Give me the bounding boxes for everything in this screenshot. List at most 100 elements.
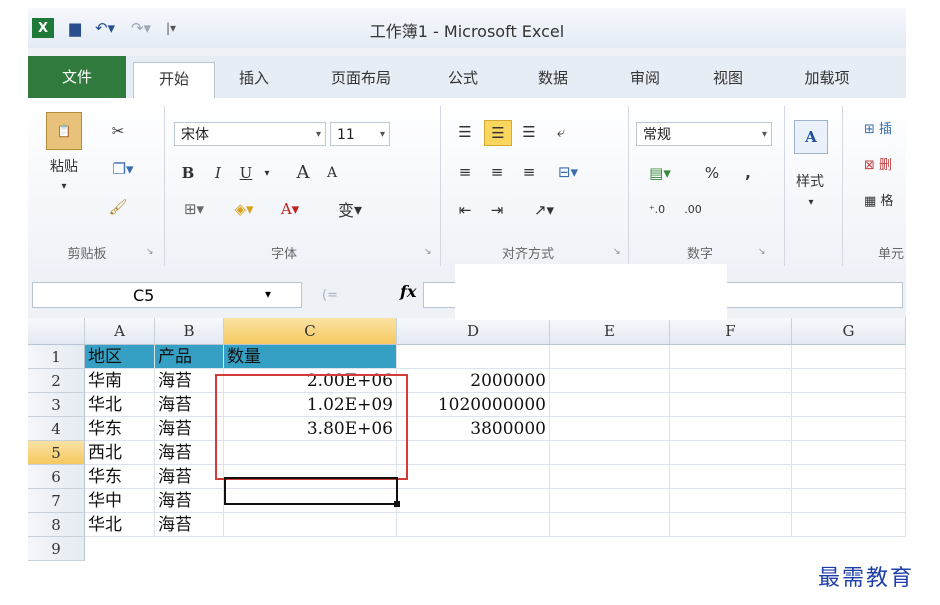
cell-d3[interactable]: 1020000000 [397,393,550,417]
tab-data[interactable]: 数据 [528,62,578,94]
font-size-select[interactable]: 11 ▾ [330,122,390,146]
cell-f8[interactable] [670,513,792,537]
tab-formulas[interactable]: 公式 [438,62,488,94]
cell-f5[interactable] [670,441,792,465]
row-header-6[interactable]: 6 [28,465,85,489]
select-all-button[interactable] [28,318,85,345]
align-bottom-icon[interactable]: ☰ [516,120,542,144]
column-header-d[interactable]: D [397,318,550,345]
merge-center-icon[interactable]: ⊟▾ [548,160,588,184]
cell-b2[interactable]: 海苔 [155,369,224,393]
tab-home[interactable]: 开始 [133,62,215,100]
cell-a4[interactable]: 华东 [85,417,155,441]
number-format-select[interactable]: 常规 ▾ [636,122,772,146]
name-box[interactable]: C5 ▾ [32,282,302,308]
shrink-font-button[interactable]: A [320,162,344,184]
insert-cells-icon[interactable]: ⊞ 插 [864,116,904,138]
cell-e6[interactable] [550,465,670,489]
cell-e7[interactable] [550,489,670,513]
cell-g7[interactable] [792,489,906,513]
italic-button[interactable]: I [206,162,230,184]
tab-page-layout[interactable]: 页面布局 [316,62,406,94]
cell-b3[interactable]: 海苔 [155,393,224,417]
font-color-icon[interactable]: A▾ [270,198,310,220]
accounting-format-icon[interactable]: ▤▾ [640,162,680,184]
copy-icon[interactable]: ❐▾ [106,158,140,180]
cell-f2[interactable] [670,369,792,393]
column-header-c[interactable]: C [224,318,397,345]
underline-dropdown-icon[interactable]: ▾ [260,162,274,184]
format-painter-icon[interactable]: 🖌 [106,196,130,218]
font-launcher-icon[interactable]: ↘ [424,247,434,257]
cell-e3[interactable] [550,393,670,417]
wrap-text-icon[interactable]: ⤶ [548,120,574,144]
number-launcher-icon[interactable]: ↘ [758,247,768,257]
increase-decimal-icon[interactable]: ⁺.0 [640,198,674,220]
align-middle-icon[interactable]: ☰ [484,120,512,146]
name-box-dropdown-icon[interactable]: ▾ [265,287,271,301]
column-header-g[interactable]: G [792,318,906,345]
underline-button[interactable]: U [234,162,258,184]
cell-d8[interactable] [397,513,550,537]
cell-a1[interactable]: 地区 [85,345,155,369]
cell-g6[interactable] [792,465,906,489]
cut-icon[interactable]: ✂ [106,120,130,142]
align-right-icon[interactable]: ≡ [516,160,542,184]
cell-f6[interactable] [670,465,792,489]
tab-file[interactable]: 文件 [28,56,126,98]
column-header-f[interactable]: F [670,318,792,345]
cell-f4[interactable] [670,417,792,441]
cancel-entry-icon[interactable]: (= [318,284,342,306]
cell-a6[interactable]: 华东 [85,465,155,489]
paste-dropdown-icon[interactable]: ▾ [54,178,74,194]
cell-f7[interactable] [670,489,792,513]
insert-function-button[interactable]: fx [400,282,416,301]
clipboard-launcher-icon[interactable]: ↘ [146,247,156,257]
cell-g1[interactable] [792,345,906,369]
row-header-7[interactable]: 7 [28,489,85,513]
phonetic-button[interactable]: 变 ▾ [328,198,372,221]
cell-d7[interactable] [397,489,550,513]
cell-g2[interactable] [792,369,906,393]
cell-b7[interactable]: 海苔 [155,489,224,513]
cell-a3[interactable]: 华北 [85,393,155,417]
percent-button[interactable]: % [700,162,724,184]
cell-f3[interactable] [670,393,792,417]
row-header-4[interactable]: 4 [28,417,85,441]
cell-b4[interactable]: 海苔 [155,417,224,441]
format-cells-icon[interactable]: ▦ 格 [864,188,904,210]
cell-g3[interactable] [792,393,906,417]
worksheet-grid[interactable]: A B C D E F G 1 2 3 4 5 6 7 8 9 地区 产品 数量… [28,318,906,605]
tab-insert[interactable]: 插入 [224,62,284,94]
cell-d4[interactable]: 3800000 [397,417,550,441]
cell-e4[interactable] [550,417,670,441]
cell-b8[interactable]: 海苔 [155,513,224,537]
increase-indent-icon[interactable]: ⇥ [484,198,510,222]
grow-font-button[interactable]: A [290,160,316,184]
column-header-e[interactable]: E [550,318,670,345]
row-header-8[interactable]: 8 [28,513,85,537]
tab-view[interactable]: 视图 [698,62,758,94]
row-header-2[interactable]: 2 [28,369,85,393]
cell-d6[interactable] [397,465,550,489]
row-header-5[interactable]: 5 [28,441,85,465]
decrease-decimal-icon[interactable]: .00 [676,198,710,220]
align-left-icon[interactable]: ≡ [452,160,478,184]
cell-e1[interactable] [550,345,670,369]
styles-button[interactable]: 样式 [790,170,830,192]
align-top-icon[interactable]: ☰ [452,120,478,144]
cell-g5[interactable] [792,441,906,465]
paste-icon[interactable]: 📋 [46,112,82,150]
cell-e5[interactable] [550,441,670,465]
styles-icon[interactable]: A [794,120,828,154]
cell-a7[interactable]: 华中 [85,489,155,513]
fill-handle[interactable] [394,501,400,507]
orientation-icon[interactable]: ↗▾ [524,198,564,222]
tab-review[interactable]: 审阅 [620,62,670,94]
cell-d1[interactable] [397,345,550,369]
cell-e2[interactable] [550,369,670,393]
border-icon[interactable]: ⊞▾ [174,198,214,220]
column-header-a[interactable]: A [85,318,155,345]
cell-a8[interactable]: 华北 [85,513,155,537]
comma-button[interactable]: , [736,162,760,184]
